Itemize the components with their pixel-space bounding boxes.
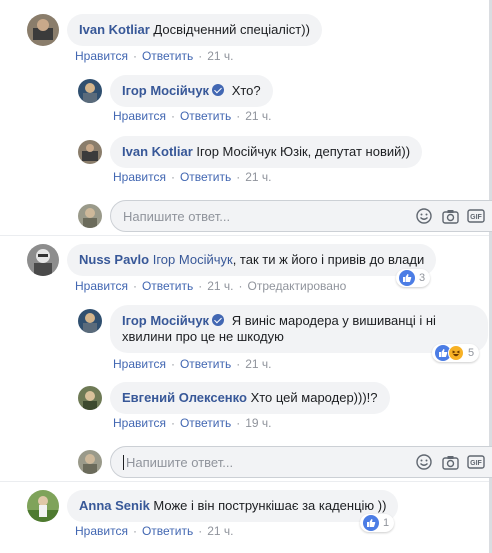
comment-author[interactable]: Nuss Pavlo: [79, 252, 149, 267]
avatar[interactable]: [78, 309, 102, 333]
comment-bubble: Anna Senik Може і він пострункішає за ка…: [67, 490, 399, 522]
comment-text: Хто?: [231, 83, 261, 98]
timestamp[interactable]: 21 ч.: [207, 524, 233, 538]
divider: [0, 235, 489, 236]
reply-comment: Евгений Олексенко Хто цей мародер)))!?: [78, 382, 390, 414]
reactions-count: 5: [468, 347, 475, 359]
like-link[interactable]: Нравится: [113, 357, 166, 371]
like-icon: [363, 515, 379, 531]
avatar: [78, 450, 102, 474]
reply-box: Напишите ответ... GIF: [78, 200, 492, 232]
like-link[interactable]: Нравится: [75, 279, 128, 293]
timestamp[interactable]: 21 ч.: [207, 49, 233, 63]
reply-placeholder: Напишите ответ...: [126, 454, 234, 470]
comment-actions: Нравится · Ответить · 21 ч.: [113, 170, 272, 184]
comment-author[interactable]: Ivan Kotliar: [122, 144, 193, 159]
comment-bubble: Ігор Мосійчук Я виніс мародера у вишиван…: [110, 305, 488, 353]
text-cursor: [123, 454, 124, 470]
like-link[interactable]: Нравится: [113, 416, 166, 430]
reactions-count: 1: [383, 517, 390, 529]
reply-link[interactable]: Ответить: [180, 416, 231, 430]
comment-text: Хто цей мародер)))!?: [250, 390, 378, 405]
reply-tools: GIF: [415, 207, 492, 225]
haha-icon: [448, 345, 464, 361]
like-link[interactable]: Нравится: [113, 170, 166, 184]
emoji-icon[interactable]: [415, 207, 433, 225]
avatar[interactable]: [78, 79, 102, 103]
comment-author[interactable]: Ігор Мосійчук: [122, 83, 209, 98]
svg-text:GIF: GIF: [470, 460, 482, 467]
gif-icon[interactable]: GIF: [467, 453, 485, 471]
comment-bubble: Nuss Pavlo Ігор Мосійчук, так ти ж його …: [67, 244, 437, 276]
edited-label[interactable]: Отредактировано: [248, 279, 347, 293]
timestamp[interactable]: 21 ч.: [245, 357, 271, 371]
reply-input[interactable]: Напишите ответ... GIF: [110, 446, 492, 478]
reply-link[interactable]: Ответить: [180, 357, 231, 371]
svg-text:GIF: GIF: [470, 214, 482, 221]
like-link[interactable]: Нравится: [75, 49, 128, 63]
avatar[interactable]: [78, 386, 102, 410]
gif-icon[interactable]: GIF: [467, 207, 485, 225]
reply-input[interactable]: Напишите ответ... GIF: [110, 200, 492, 232]
like-link[interactable]: Нравится: [75, 524, 128, 538]
reply-tools: GIF: [415, 453, 492, 471]
timestamp[interactable]: 19 ч.: [245, 416, 271, 430]
timestamp[interactable]: 21 ч.: [245, 109, 271, 123]
reply-comment: Ігор Мосійчук Хто?: [78, 75, 273, 107]
timestamp[interactable]: 21 ч.: [207, 279, 233, 293]
reply-comment: Ivan Kotliar Ігор Мосійчук Юзік, депутат…: [78, 136, 423, 168]
comment-actions: Нравится · Ответить · 21 ч.: [113, 357, 272, 371]
comment-actions: Нравится · Ответить · 21 ч.: [113, 109, 272, 123]
comment-bubble: Евгений Олексенко Хто цей мародер)))!?: [110, 382, 390, 414]
reply-box: Напишите ответ... GIF: [78, 446, 492, 478]
reactions-count: 3: [419, 272, 426, 284]
timestamp[interactable]: 21 ч.: [245, 170, 271, 184]
comment-mention[interactable]: Ігор Мосійчук: [153, 252, 233, 267]
reply-link[interactable]: Ответить: [180, 170, 231, 184]
comment-bubble: Ігор Мосійчук Хто?: [110, 75, 273, 107]
comment-actions: Нравится · Ответить · 21 ч. · Отредактировано: [75, 279, 347, 293]
comment-text: , так ти ж його і привів до влади: [232, 252, 425, 267]
camera-icon[interactable]: [441, 207, 459, 225]
comment-text-line-1: Я виніс мародера у вишиванці і ні: [231, 313, 436, 328]
verified-badge-icon: [212, 84, 225, 96]
comment-author[interactable]: Ігор Мосійчук: [122, 313, 209, 328]
emoji-icon[interactable]: [415, 453, 433, 471]
reply-link[interactable]: Ответить: [142, 279, 193, 293]
comment-actions: Нравится · Ответить · 21 ч.: [75, 524, 234, 538]
avatar[interactable]: [27, 244, 59, 276]
avatar[interactable]: [27, 490, 59, 522]
reply-placeholder: Напишите ответ...: [123, 208, 231, 224]
reactions-badge[interactable]: 1: [360, 514, 395, 532]
camera-icon[interactable]: [441, 453, 459, 471]
comment-bubble: Ivan Kotliar Досвідченний спеціаліст)): [67, 14, 322, 46]
comment-author[interactable]: Anna Senik: [79, 498, 150, 513]
reply-comment: Ігор Мосійчук Я виніс мародера у вишиван…: [78, 305, 488, 353]
comment-text: Досвідченний спеціаліст)): [153, 22, 310, 37]
avatar[interactable]: [78, 140, 102, 164]
comment-bubble: Ivan Kotliar Ігор Мосійчук Юзік, депутат…: [110, 136, 423, 168]
reactions-badge[interactable]: 5: [432, 344, 480, 362]
comment-actions: Нравится · Ответить · 19 ч.: [113, 416, 272, 430]
comment-author[interactable]: Ivan Kotliar: [79, 22, 150, 37]
comment: Anna Senik Може і він пострункішає за ка…: [27, 490, 399, 522]
comment-text: Може і він пострункішає за каденцію )): [153, 498, 387, 513]
verified-badge-icon: [212, 314, 225, 326]
reply-link[interactable]: Ответить: [142, 49, 193, 63]
comment-actions: Нравится · Ответить · 21 ч.: [75, 49, 234, 63]
like-icon: [399, 270, 415, 286]
reactions-badge[interactable]: 3: [396, 269, 431, 287]
comment-text: Ігор Мосійчук Юзік, депутат новий)): [196, 144, 411, 159]
avatar[interactable]: [27, 14, 59, 46]
divider: [0, 481, 489, 482]
reply-link[interactable]: Ответить: [180, 109, 231, 123]
avatar: [78, 204, 102, 228]
reply-link[interactable]: Ответить: [142, 524, 193, 538]
comment-text-line-2: хвилини про це не шкодую: [122, 329, 284, 344]
comment: Nuss Pavlo Ігор Мосійчук, так ти ж його …: [27, 244, 437, 276]
comment-author[interactable]: Евгений Олексенко: [122, 390, 247, 405]
comment: Ivan Kotliar Досвідченний спеціаліст)): [27, 14, 322, 46]
like-link[interactable]: Нравится: [113, 109, 166, 123]
